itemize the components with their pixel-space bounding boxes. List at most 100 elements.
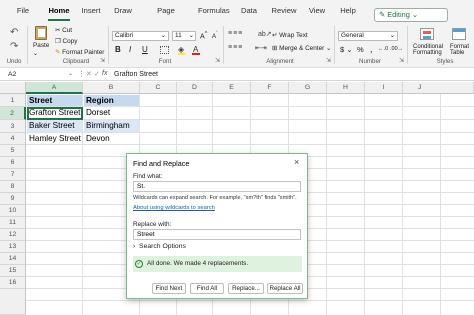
vertical-align-icons[interactable]: ≡≡≡ [228, 30, 243, 37]
column-header-i[interactable]: I [365, 82, 403, 94]
font-size-select[interactable]: 11 ⌄ [172, 31, 196, 41]
column-header-e[interactable]: E [213, 82, 251, 94]
row-header-16[interactable]: 16 [0, 277, 26, 289]
replace-button[interactable]: Replace... [228, 283, 264, 294]
column-header-c[interactable]: C [140, 82, 177, 94]
tab-help[interactable]: Help [339, 0, 357, 22]
tab-review[interactable]: Review [271, 0, 297, 22]
formula-input[interactable]: Grafton Street [114, 70, 158, 80]
search-options-toggle[interactable]: › Search Options [133, 243, 186, 250]
row-header-4[interactable]: 4 [0, 133, 26, 145]
column-header-b[interactable]: B [83, 82, 140, 94]
cell-a3[interactable]: Baker Street [27, 120, 82, 132]
undo-group-label: Undo [6, 58, 22, 65]
format-as-table-button[interactable]: Format Table [450, 44, 469, 56]
row-header-3[interactable]: 3 [0, 120, 26, 133]
italic-button[interactable]: I [129, 45, 131, 54]
chevron-down-icon: ⌄ [326, 45, 332, 52]
redo-icon[interactable]: ↷ [10, 41, 18, 52]
cell-a4[interactable]: Hamley Street [27, 133, 83, 144]
bold-button[interactable]: B [115, 45, 121, 54]
currency-button[interactable]: $ ⌄ [340, 45, 353, 54]
cut-button[interactable]: ✂ Cut [55, 26, 72, 34]
cell-b1[interactable]: Region [84, 95, 139, 106]
row-header-2[interactable]: 2 [0, 107, 26, 120]
row-header-8[interactable]: 8 [0, 181, 26, 193]
decrease-decimal-icon[interactable]: .00→ [390, 46, 403, 52]
font-name-select[interactable]: Calibri ⌄ [112, 31, 169, 41]
row-header-5[interactable]: 5 [0, 145, 26, 157]
dialog-launcher-icon[interactable]: ⇲ [399, 57, 404, 64]
column-header-j[interactable]: J [403, 82, 474, 94]
column-header-a[interactable]: A [26, 82, 83, 94]
column-header-f[interactable]: F [251, 82, 289, 94]
editing-mode-button[interactable]: ✎ Editing ⌄ [374, 8, 448, 22]
row-header-13[interactable]: 13 [0, 241, 26, 253]
column-header-d[interactable]: D [177, 82, 213, 94]
percent-button[interactable]: % [357, 45, 364, 54]
find-what-input[interactable]: St. [133, 181, 301, 192]
increase-font-icon[interactable]: A^ [200, 31, 207, 40]
tab-view[interactable]: View [308, 0, 326, 22]
chevron-down-icon[interactable]: ⌄ [33, 50, 38, 57]
undo-icon[interactable]: ↶ [10, 27, 18, 38]
format-painter-button[interactable]: ✎ Format Painter [55, 48, 104, 56]
find-what-label: Find what: [133, 173, 163, 180]
insert-function-icon[interactable]: fx [102, 70, 107, 77]
conditional-formatting-icon[interactable] [420, 28, 434, 40]
close-icon[interactable]: × [294, 157, 299, 167]
row-header-7[interactable]: 7 [0, 169, 26, 181]
tab-insert[interactable]: Insert [80, 0, 102, 22]
find-all-button[interactable]: Find All [190, 283, 224, 294]
select-all-corner[interactable] [0, 82, 26, 94]
cancel-icon[interactable]: ✕ [86, 70, 92, 78]
cell-b2[interactable]: Dorset [84, 107, 139, 119]
indent-icons[interactable]: ⇤⇥ [255, 44, 267, 52]
dialog-launcher-icon[interactable]: ⇲ [215, 57, 220, 64]
orientation-icon[interactable]: ab↗ [258, 30, 272, 38]
cell-a1[interactable]: Street [27, 95, 82, 106]
column-header-g[interactable]: G [289, 82, 327, 94]
comma-button[interactable]: , [370, 44, 373, 54]
underline-button[interactable]: U [142, 45, 148, 54]
tab-formulas[interactable]: Formulas [198, 0, 230, 22]
row-header-6[interactable]: 6 [0, 157, 26, 169]
dialog-launcher-icon[interactable]: ⇲ [100, 57, 105, 64]
replace-with-input[interactable]: Street [133, 229, 301, 240]
increase-decimal-icon[interactable]: ←.0 [378, 46, 388, 52]
copy-button[interactable]: ❐ Copy [55, 37, 77, 45]
row-header-9[interactable]: 9 [0, 193, 26, 205]
wrap-text-button[interactable]: ↵ Wrap Text [272, 31, 308, 39]
row-header-10[interactable]: 10 [0, 205, 26, 217]
dialog-launcher-icon[interactable]: ⇲ [326, 57, 331, 64]
find-next-button[interactable]: Find Next [152, 283, 186, 294]
wildcard-hint: Wildcards can expand search. For example… [133, 195, 297, 201]
row-header-14[interactable]: 14 [0, 253, 26, 265]
confirm-icon[interactable]: ✓ [94, 70, 100, 78]
format-as-table-icon[interactable] [452, 28, 466, 40]
row-header-1[interactable]: 1 [0, 94, 26, 107]
conditional-formatting-button[interactable]: Conditional Formatting [413, 44, 443, 56]
number-format-select[interactable]: General ⌄ [338, 31, 398, 41]
column-header-h[interactable]: H [327, 82, 365, 94]
cell-b4[interactable]: Devon [84, 133, 139, 144]
name-box[interactable]: A2 [5, 70, 65, 80]
merge-center-label: Merge & Center [279, 45, 325, 52]
wildcards-help-link[interactable]: About using wildcards to search [133, 205, 215, 211]
cell-b3[interactable]: Birmingham [84, 120, 139, 132]
borders-icon[interactable] [160, 46, 169, 54]
tab-draw[interactable]: Draw [113, 0, 133, 22]
tab-page-layout[interactable]: Page Layout [145, 0, 187, 37]
paste-icon[interactable] [35, 26, 47, 40]
name-box-dropdown-icon[interactable]: ⌄ [68, 70, 73, 77]
horizontal-align-icons[interactable]: ≡≡≡ [228, 44, 243, 51]
row-header-15[interactable]: 15 [0, 265, 26, 277]
decrease-font-icon[interactable]: Aˇ [212, 31, 218, 40]
merge-center-button[interactable]: ⊞ Merge & Center ⌄ [272, 44, 331, 52]
paste-button[interactable]: Paste [33, 42, 49, 49]
replace-all-button[interactable]: Replace All [267, 283, 303, 294]
tab-data[interactable]: Data [240, 0, 258, 22]
row-header-11[interactable]: 11 [0, 217, 26, 229]
tab-file[interactable]: File [14, 0, 32, 22]
row-header-12[interactable]: 12 [0, 229, 26, 241]
